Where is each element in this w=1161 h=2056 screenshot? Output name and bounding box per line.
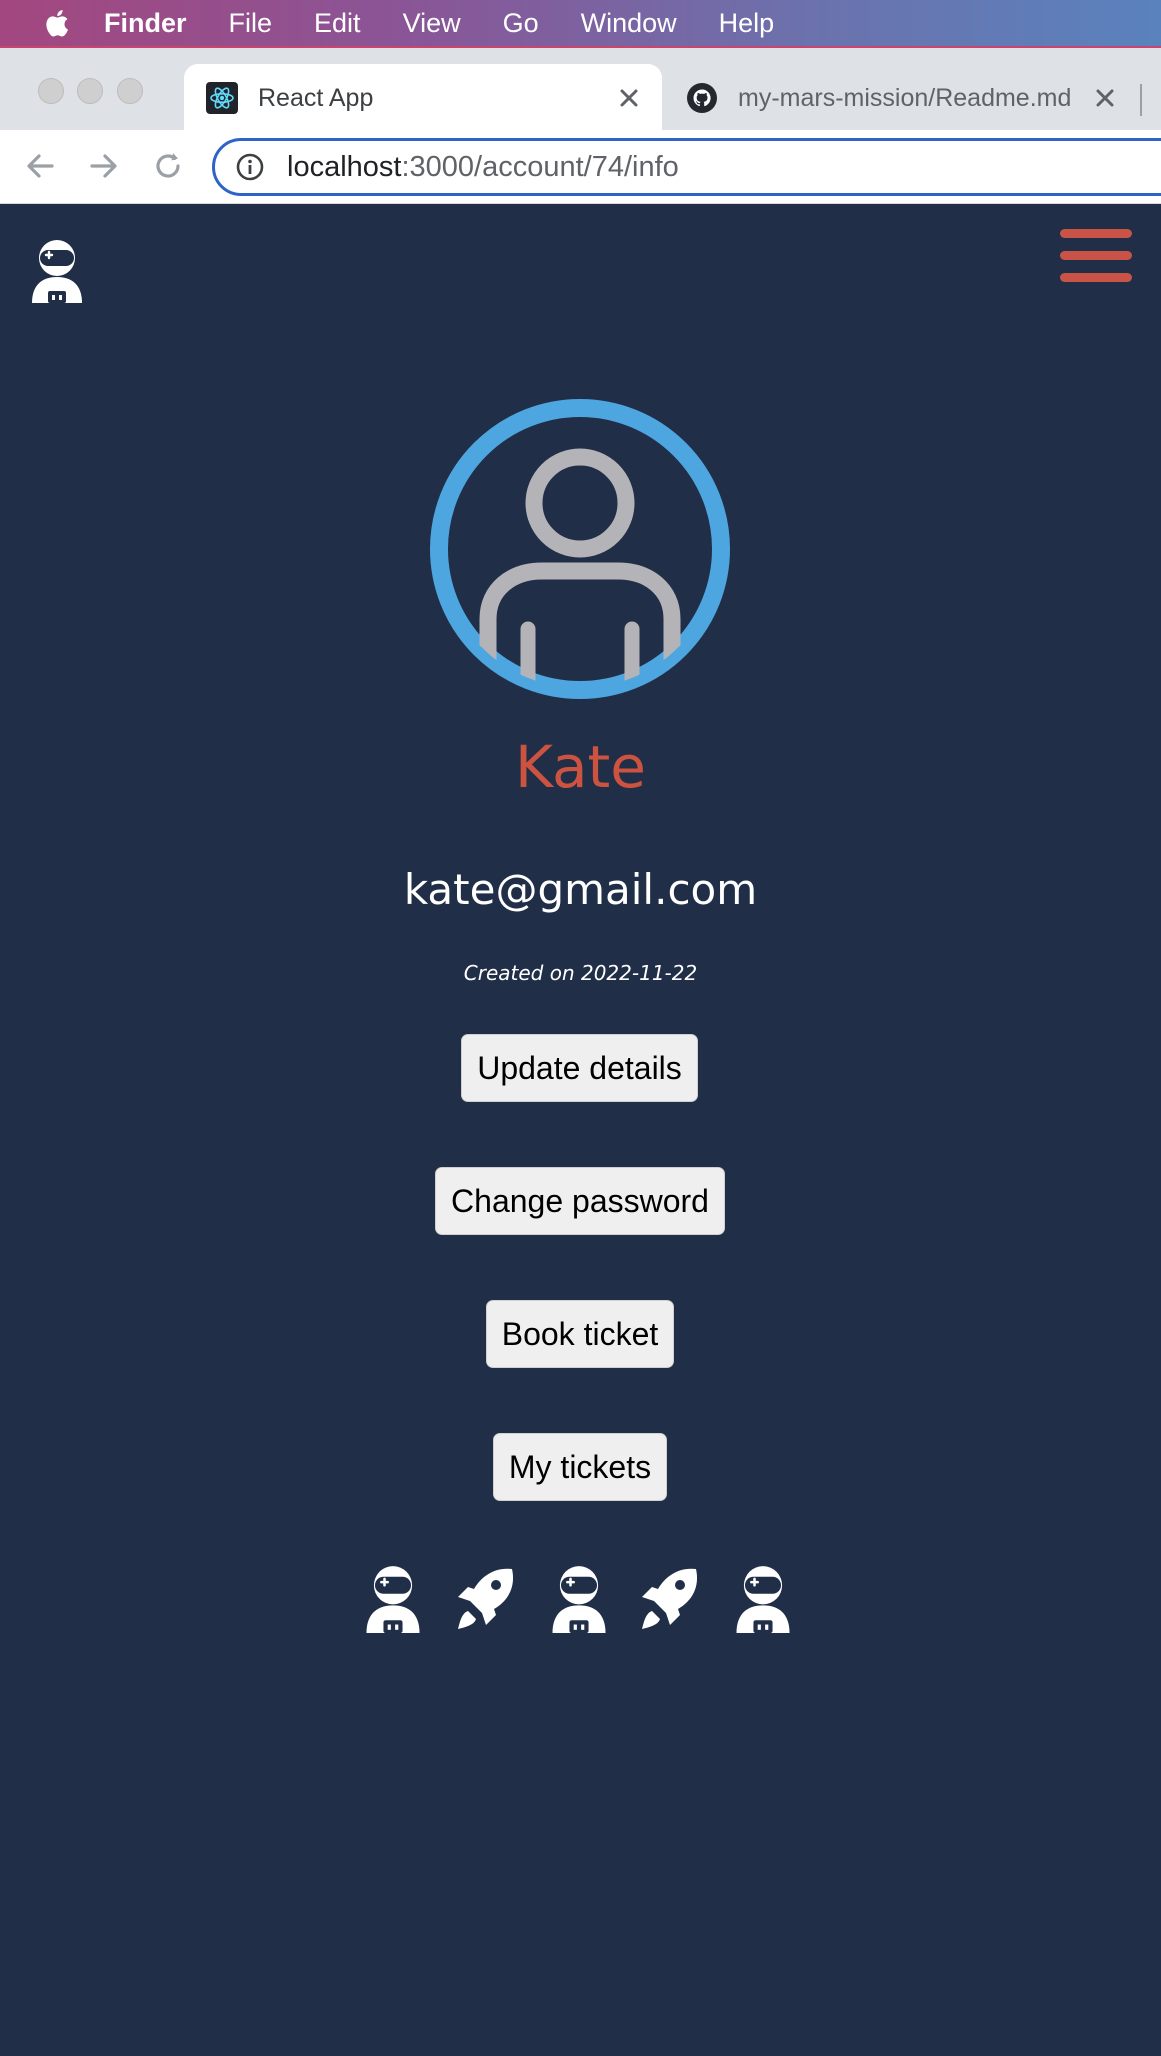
menubar-go[interactable]: Go: [503, 8, 539, 39]
forward-arrow-icon[interactable]: [86, 148, 122, 184]
change-password-button[interactable]: Change password: [435, 1167, 725, 1235]
user-name: Kate: [515, 733, 646, 801]
decorative-icon-row: [362, 1563, 802, 1633]
react-icon: [206, 82, 238, 114]
menubar-file[interactable]: File: [229, 8, 273, 39]
close-icon[interactable]: [618, 87, 640, 109]
astronaut-icon: [366, 1566, 420, 1633]
book-ticket-button[interactable]: Book ticket: [486, 1300, 674, 1368]
menubar-view[interactable]: View: [403, 8, 461, 39]
window-close-button[interactable]: [38, 78, 64, 104]
apple-icon[interactable]: [40, 6, 70, 40]
menubar-help[interactable]: Help: [719, 8, 775, 39]
reload-icon[interactable]: [150, 148, 186, 184]
astronaut-icon: [736, 1566, 790, 1633]
user-email: kate@gmail.com: [403, 865, 758, 914]
github-icon: [687, 83, 717, 113]
menu-bar-line: [1060, 229, 1132, 238]
address-bar[interactable]: localhost:3000/account/74/info: [212, 138, 1161, 196]
app-page: Kate kate@gmail.com Created on 2022-11-2…: [0, 205, 1161, 2056]
browser-tab-strip: React App my-mars-mission/Readme.md: [0, 46, 1161, 132]
avatar-user-icon: [430, 399, 730, 699]
tab-readme[interactable]: my-mars-mission/Readme.md: [668, 64, 1138, 132]
url-host: localhost: [287, 150, 402, 183]
window-minimize-button[interactable]: [77, 78, 103, 104]
tab-react-app[interactable]: React App: [184, 64, 662, 132]
tab-title: React App: [258, 83, 374, 112]
url-path: :3000/account/74/info: [401, 150, 679, 183]
menu-bar-line: [1060, 251, 1132, 260]
info-icon[interactable]: [235, 152, 265, 182]
account-created-date: Created on 2022-11-22: [463, 961, 698, 985]
macos-menubar: Finder File Edit View Go Window Help: [0, 0, 1161, 46]
window-zoom-button[interactable]: [117, 78, 143, 104]
close-icon[interactable]: [1094, 87, 1116, 109]
back-arrow-icon[interactable]: [22, 148, 58, 184]
rocket-icon: [458, 1568, 514, 1629]
my-tickets-button[interactable]: My tickets: [493, 1433, 667, 1501]
browser-toolbar: localhost:3000/account/74/info: [0, 130, 1161, 204]
hamburger-menu-icon[interactable]: [1060, 229, 1132, 293]
menubar-window[interactable]: Window: [581, 8, 677, 39]
astronaut-icon[interactable]: [28, 237, 86, 303]
tab-title: my-mars-mission/Readme.md: [738, 83, 1072, 112]
update-details-button[interactable]: Update details: [461, 1034, 698, 1102]
tab-separator: [1140, 84, 1142, 116]
astronaut-icon: [552, 1566, 606, 1633]
rocket-icon: [642, 1568, 698, 1629]
menubar-app-name[interactable]: Finder: [104, 8, 187, 39]
menu-bar-line: [1060, 273, 1132, 282]
menubar-edit[interactable]: Edit: [314, 8, 361, 39]
